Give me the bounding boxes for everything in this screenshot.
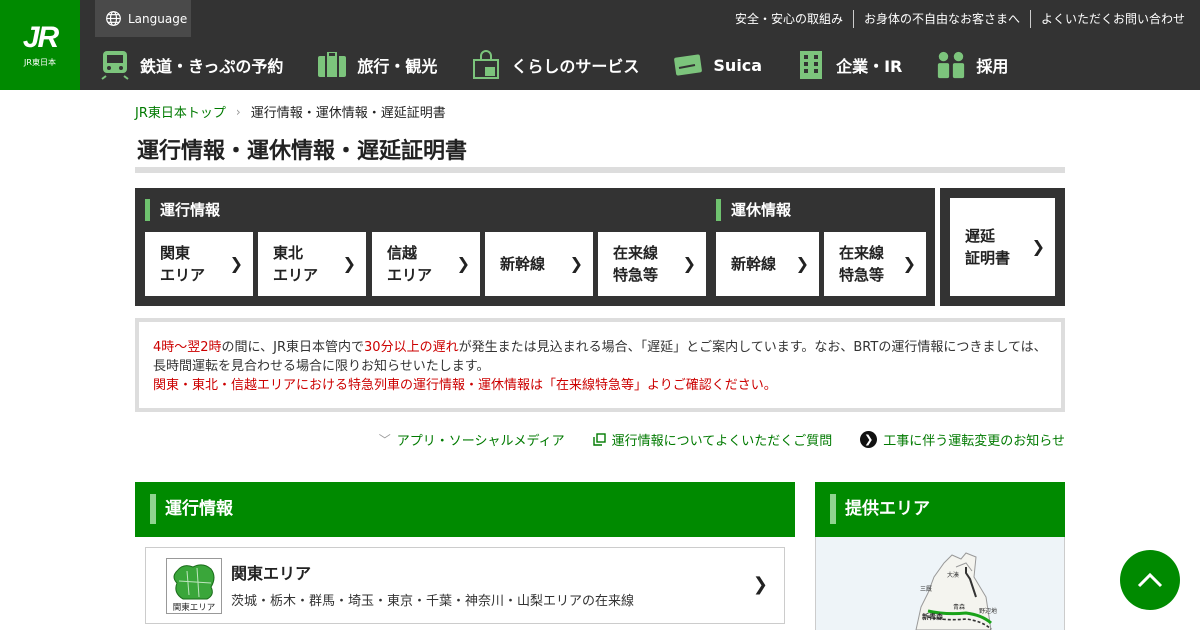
chevron-right-icon: ❯ (342, 254, 356, 273)
utility-links: 安全・安心の取組み お身体の不自由なお客さまへ よくいただくお問い合わせ (725, 10, 1185, 28)
language-button[interactable]: Language (95, 0, 191, 37)
nav-label-recruit: 採用 (976, 57, 1009, 76)
suspension-info-label: 運休情報 (716, 199, 791, 221)
nav-item-corporate[interactable]: 企業・IR (796, 50, 902, 80)
operation-info-label: 運行情報 (145, 199, 220, 221)
nav-item-recruit[interactable]: 採用 (936, 50, 1008, 80)
breadcrumb: JR東日本トップ › 運行情報・運休情報・遅延証明書 (135, 102, 446, 122)
link-apps-social[interactable]: ﹀ アプリ・ソーシャルメディア (379, 430, 565, 449)
tile-delay-certificate[interactable]: 遅延 証明書 ❯ (950, 198, 1055, 296)
chevron-right-icon: ❯ (682, 254, 696, 273)
chevron-right-icon: ❯ (902, 254, 916, 273)
util-link-accessibility[interactable]: お身体の不自由なお客さまへ (852, 10, 1030, 28)
notice-box: 4時～翌2時の間に、JR東日本管内で30分以上の遅れが発生または見込まれる場合、… (135, 318, 1065, 412)
notice-text: 4時～翌2時の間に、JR東日本管内で30分以上の遅れが発生または見込まれる場合、… (139, 322, 1061, 408)
people-icon (936, 50, 966, 80)
tile-limited-express[interactable]: 在来線 特急等 ❯ (598, 232, 706, 296)
area-section-header: 提供エリア (815, 482, 1065, 537)
tile-label: 遅延 証明書 (965, 227, 1011, 267)
building-icon (796, 50, 826, 80)
delay-certificate-panel: 遅延 証明書 ❯ (940, 188, 1065, 306)
jr-east-logo[interactable]: JR JR東日本 (0, 0, 80, 90)
service-area-map[interactable]: 三厩 大湊 青森 野辺地 新青森 大湊 (815, 537, 1065, 630)
language-label: Language (128, 11, 188, 26)
tile-label: 在来線 特急等 (613, 244, 659, 284)
chevron-right-icon: ❯ (569, 254, 583, 273)
nav-item-suica[interactable]: Suica (673, 50, 762, 80)
nav-item-railway[interactable]: 鉄道・きっぷの予約 (100, 50, 283, 80)
breadcrumb-current: 運行情報・運休情報・遅延証明書 (250, 106, 446, 121)
title-divider (135, 167, 1065, 173)
map-label-minmaya: 三厩 (920, 586, 932, 593)
thumb-label: 関東エリア (173, 602, 216, 613)
chevron-right-icon: › (235, 104, 241, 119)
util-link-safety[interactable]: 安全・安心の取組み (725, 10, 853, 28)
chevron-down-icon: ﹀ (378, 433, 391, 447)
nav-label-railway: 鉄道・きっぷの予約 (140, 57, 284, 76)
shopping-bag-icon (471, 50, 501, 80)
back-to-top-button[interactable] (1120, 550, 1180, 610)
site-header: JR JR東日本 Language 安全・安心の取組み お身体の不自由なお客さま… (0, 0, 1200, 90)
tile-kanto-area[interactable]: 関東 エリア ❯ (145, 232, 253, 296)
nav-item-lifestyle[interactable]: くらしのサービス (471, 50, 639, 80)
nav-label-suica: Suica (713, 55, 763, 75)
util-link-faq[interactable]: よくいただくお問い合わせ (1029, 10, 1185, 28)
train-icon (100, 50, 130, 80)
kanto-map-thumbnail: 関東エリア (166, 558, 222, 614)
tile-suspension-shinkansen[interactable]: 新幹線 ❯ (716, 232, 819, 296)
map-label-aomori: 青森 (953, 603, 965, 611)
related-links: ﹀ アプリ・ソーシャルメディア 運行情報についてよくいただくご質問 ❯ 工事に伴… (379, 430, 1065, 449)
chevron-right-icon: ❯ (229, 254, 243, 273)
chevron-right-icon: ❯ (752, 574, 768, 595)
logo-mark: JR (22, 20, 59, 54)
logo-subtitle: JR東日本 (24, 57, 56, 67)
tile-label: 新幹線 (500, 255, 546, 273)
chevron-right-icon: ❯ (1031, 237, 1045, 256)
tile-label: 信越 エリア (387, 244, 433, 284)
nav-label-lifestyle: くらしのサービス (511, 57, 640, 76)
notice-limited-express: 関東・東北・信越エリアにおける特急列車の運行情報・運休情報は「在来線特急等」より… (153, 378, 777, 393)
nav-label-travel: 旅行・観光 (357, 57, 438, 76)
chevron-up-icon (1137, 572, 1163, 588)
map-label-noheji: 野辺地 (979, 607, 997, 615)
suitcase-icon (317, 50, 347, 80)
arrow-circle-icon: ❯ (860, 431, 878, 448)
link-faq[interactable]: 運行情報についてよくいただくご質問 (592, 430, 832, 449)
chevron-right-icon: ❯ (795, 254, 809, 273)
page-title: 運行情報・運休情報・遅延証明書 (137, 139, 468, 164)
section-title: 運行情報 (150, 494, 233, 524)
chevron-right-icon: ❯ (456, 254, 470, 273)
tile-suspension-limited-express[interactable]: 在来線 特急等 ❯ (824, 232, 926, 296)
nav-item-travel[interactable]: 旅行・観光 (317, 50, 437, 80)
link-construction-notice[interactable]: ❯ 工事に伴う運転変更のお知らせ (860, 430, 1065, 449)
external-window-icon (592, 433, 606, 446)
tile-shinetsu-area[interactable]: 信越 エリア ❯ (372, 232, 480, 296)
map-label-ominato-visible: 大湊 (947, 571, 959, 579)
map-label-shin-aomori: 新青森 (922, 612, 944, 621)
status-panel: 運行情報 運休情報 関東 エリア ❯ 東北 エリア ❯ 信越 エリア ❯ 新幹線 ❯ … (135, 188, 935, 306)
tile-tohoku-area[interactable]: 東北 エリア ❯ (258, 232, 366, 296)
operation-section-header: 運行情報 (135, 482, 795, 537)
main-nav: 鉄道・きっぷの予約 旅行・観光 くらしのサービス Suica 企業・IR 採用 (100, 45, 1042, 85)
tile-label: 在来線 特急等 (839, 244, 885, 284)
tile-label: 東北 エリア (273, 244, 319, 284)
area-card-description: 茨城・栃木・群馬・埼玉・東京・千葉・神奈川・山梨エリアの在来線 (231, 594, 635, 609)
card-icon (673, 50, 703, 80)
breadcrumb-home[interactable]: JR東日本トップ (135, 102, 226, 121)
tile-label: 新幹線 (731, 255, 777, 273)
area-card-title: 関東エリア (231, 564, 312, 583)
globe-icon (106, 11, 121, 26)
kanto-area-card[interactable]: 関東エリア 関東エリア 茨城・栃木・群馬・埼玉・東京・千葉・神奈川・山梨エリアの… (145, 547, 785, 624)
tile-shinkansen[interactable]: 新幹線 ❯ (485, 232, 593, 296)
section-title: 提供エリア (830, 494, 930, 524)
tile-label: 関東 エリア (160, 244, 206, 284)
nav-label-corporate: 企業・IR (836, 57, 903, 76)
